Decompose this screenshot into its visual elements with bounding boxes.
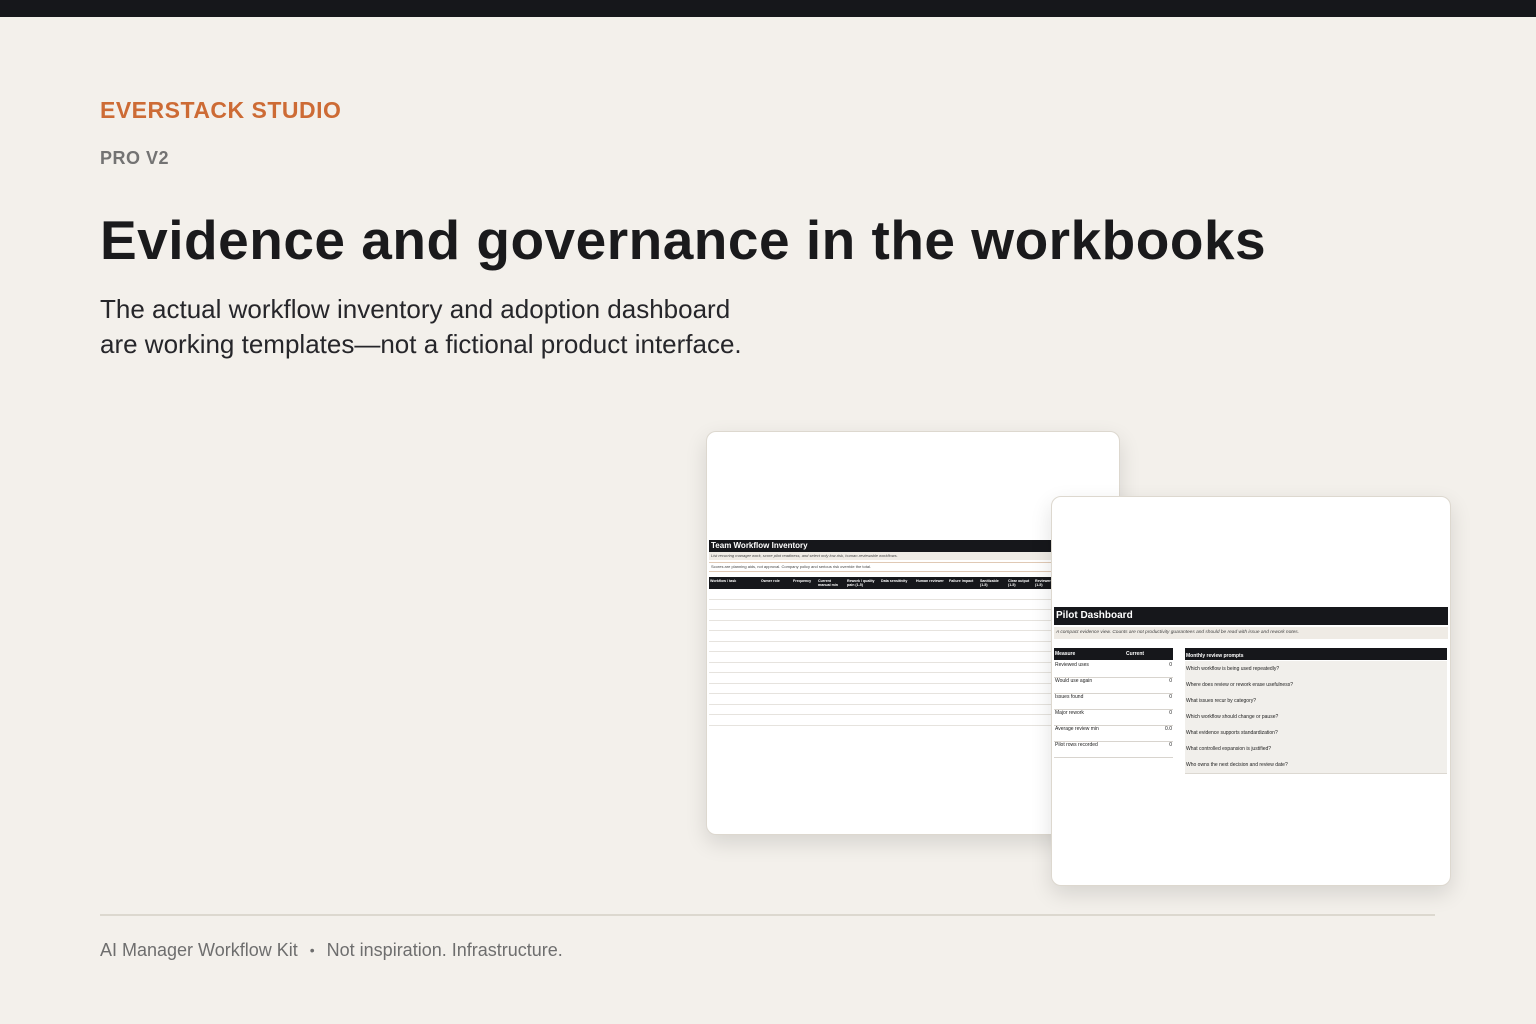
edition-label: PRO V2 bbox=[100, 148, 170, 168]
measure-label: Issues found bbox=[1055, 694, 1084, 700]
top-bar bbox=[0, 0, 1536, 17]
page-title: Evidence and governance in the workbooks bbox=[100, 209, 1267, 271]
inventory-col-header: Sanitizable (1-5) bbox=[980, 579, 999, 587]
dashboard-note: A compact evidence view. Counts are not … bbox=[1054, 627, 1448, 639]
inventory-col-header: Failure impact bbox=[949, 579, 974, 583]
prompts-header-bar: Monthly review prompts bbox=[1185, 648, 1447, 660]
measure-row: Pilot rows recorded 0 bbox=[1054, 741, 1173, 758]
pilot-dashboard-preview: Pilot Dashboard A compact evidence view.… bbox=[1051, 496, 1451, 886]
inventory-col-header: Owner role bbox=[761, 579, 780, 583]
measure-row: Average review min 0.0 bbox=[1054, 725, 1173, 742]
page-subtitle: The actual workflow inventory and adopti… bbox=[100, 292, 860, 362]
footer-tagline: Not inspiration. Infrastructure. bbox=[326, 940, 563, 960]
footer: AI Manager Workflow Kit • Not inspiration.… bbox=[100, 940, 563, 961]
inventory-col-header: Current manual min bbox=[818, 579, 838, 587]
measure-row: Reviewed uses 0 bbox=[1054, 661, 1173, 678]
brand-name: EVERSTACK STUDIO bbox=[100, 97, 342, 123]
dashboard-title: Pilot Dashboard bbox=[1054, 607, 1448, 625]
current-header: Current bbox=[1126, 651, 1145, 657]
inventory-col-header: Human reviewer bbox=[916, 579, 944, 583]
prompt-row: Which workflow is being used repeatedly? bbox=[1185, 661, 1447, 678]
measure-label: Major rework bbox=[1055, 710, 1084, 716]
measure-value: 0 bbox=[1169, 662, 1172, 668]
measure-value: 0 bbox=[1169, 710, 1172, 716]
prompt-text: What controlled expansion is justified? bbox=[1186, 746, 1272, 752]
prompt-text: What evidence supports standardization? bbox=[1186, 730, 1278, 736]
prompts-header: Monthly review prompts bbox=[1186, 653, 1244, 659]
prompt-row: Who owns the next decision and review da… bbox=[1185, 757, 1447, 774]
prompt-text: Which workflow should change or pause? bbox=[1186, 714, 1279, 720]
prompt-text: Who owns the next decision and review da… bbox=[1186, 762, 1288, 768]
prompt-row: What controlled expansion is justified? bbox=[1185, 741, 1447, 758]
prompt-text: Which workflow is being used repeatedly? bbox=[1186, 666, 1280, 672]
prompt-row: Which workflow should change or pause? bbox=[1185, 709, 1447, 726]
prompt-text: Where does review or rework erase useful… bbox=[1186, 682, 1293, 688]
prompt-row: What evidence supports standardization? bbox=[1185, 725, 1447, 742]
measure-label: Reviewed uses bbox=[1055, 662, 1089, 668]
inventory-col-header: Data sensitivity bbox=[881, 579, 908, 583]
measure-header: Measure bbox=[1055, 651, 1076, 657]
measure-row: Would use again 0 bbox=[1054, 677, 1173, 694]
subtitle-line-1: The actual workflow inventory and adopti… bbox=[100, 294, 731, 324]
footer-product: AI Manager Workflow Kit bbox=[100, 940, 298, 960]
measure-table-header: Measure Current bbox=[1054, 648, 1173, 660]
footer-separator: • bbox=[309, 942, 315, 958]
measure-label: Would use again bbox=[1055, 678, 1093, 684]
prompt-row: What issues recur by category? bbox=[1185, 693, 1447, 710]
measure-row: Issues found 0 bbox=[1054, 693, 1173, 710]
measure-label: Average review min bbox=[1055, 726, 1099, 732]
footer-divider bbox=[100, 914, 1435, 916]
measure-value: 0 bbox=[1169, 742, 1172, 748]
subtitle-line-2: are working templates—not a fictional pr… bbox=[100, 329, 742, 359]
inventory-col-header: Workflow / task bbox=[710, 579, 737, 583]
measure-value: 0.0 bbox=[1165, 726, 1172, 732]
prompt-text: What issues recur by category? bbox=[1186, 698, 1257, 704]
prompt-row: Where does review or rework erase useful… bbox=[1185, 677, 1447, 694]
measure-row: Major rework 0 bbox=[1054, 709, 1173, 726]
measure-value: 0 bbox=[1169, 678, 1172, 684]
inventory-col-header: Rework / quality pain (1-5) bbox=[847, 579, 875, 587]
measure-value: 0 bbox=[1169, 694, 1172, 700]
inventory-col-header: Clear output (1-5) bbox=[1008, 579, 1030, 587]
measure-label: Pilot rows recorded bbox=[1055, 742, 1098, 748]
inventory-col-header: Frequency bbox=[793, 579, 812, 583]
